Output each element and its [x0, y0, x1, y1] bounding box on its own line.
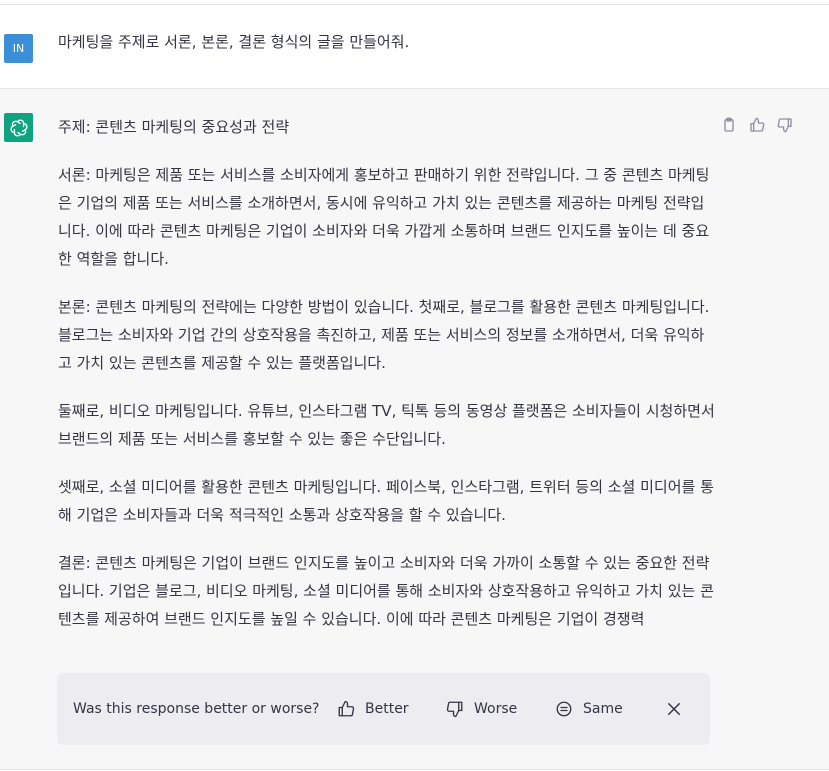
assistant-message-row: 주제: 콘텐츠 마케팅의 중요성과 전략 서론: 마케팅은 제품 또는 서비스를…	[0, 89, 829, 770]
message-actions	[720, 116, 794, 134]
feedback-panel: Was this response better or worse? Bette…	[57, 673, 710, 745]
better-button[interactable]: Better	[337, 697, 409, 721]
close-feedback-button[interactable]	[662, 697, 686, 721]
equals-circle-icon	[555, 700, 573, 718]
openai-logo-icon	[9, 119, 28, 136]
assistant-avatar	[4, 113, 33, 142]
same-button[interactable]: Same	[555, 697, 623, 721]
thumbs-down-icon	[446, 700, 464, 718]
thumbs-up-button[interactable]	[748, 116, 766, 134]
same-label: Same	[583, 701, 623, 717]
copy-button[interactable]	[720, 116, 738, 134]
user-message-row: IN 마케팅을 주제로 서론, 본론, 결론 형식의 글을 만들어줘.	[0, 5, 829, 89]
assistant-message-content: 주제: 콘텐츠 마케팅의 중요성과 전략 서론: 마케팅은 제품 또는 서비스를…	[58, 113, 718, 633]
response-paragraph-conclusion: 결론: 콘텐츠 마케팅은 기업이 브랜드 인지도를 높이고 소비자와 더욱 가까…	[58, 554, 714, 628]
response-paragraph-body-3: 셋째로, 소셜 미디어를 활용한 콘텐츠 마케팅입니다. 페이스북, 인스타그램…	[58, 478, 714, 524]
response-paragraph-body-1: 본론: 콘텐츠 마케팅의 전략에는 다양한 방법이 있습니다. 첫째로, 블로그…	[58, 298, 710, 372]
user-avatar: IN	[4, 34, 33, 63]
worse-button[interactable]: Worse	[446, 697, 517, 721]
worse-label: Worse	[474, 701, 518, 717]
clipboard-icon	[724, 117, 734, 132]
thumbs-up-icon	[337, 700, 355, 718]
response-subject: 주제: 콘텐츠 마케팅의 중요성과 전략	[58, 118, 290, 136]
user-message-text: 마케팅을 주제로 서론, 본론, 결론 형식의 글을 만들어줘.	[58, 33, 410, 51]
better-label: Better	[365, 701, 409, 717]
response-paragraph-body-2: 둘째로, 비디오 마케팅입니다. 유튜브, 인스타그램 TV, 틱톡 등의 동영…	[58, 402, 715, 448]
thumbs-up-icon	[750, 117, 765, 132]
thumbs-down-button[interactable]	[776, 116, 794, 134]
thumbs-down-icon	[777, 118, 792, 133]
response-paragraph-intro: 서론: 마케팅은 제품 또는 서비스를 소비자에게 홍보하고 판매하기 위한 전…	[58, 166, 710, 268]
feedback-question: Was this response better or worse?	[73, 701, 320, 717]
close-icon	[668, 703, 680, 715]
